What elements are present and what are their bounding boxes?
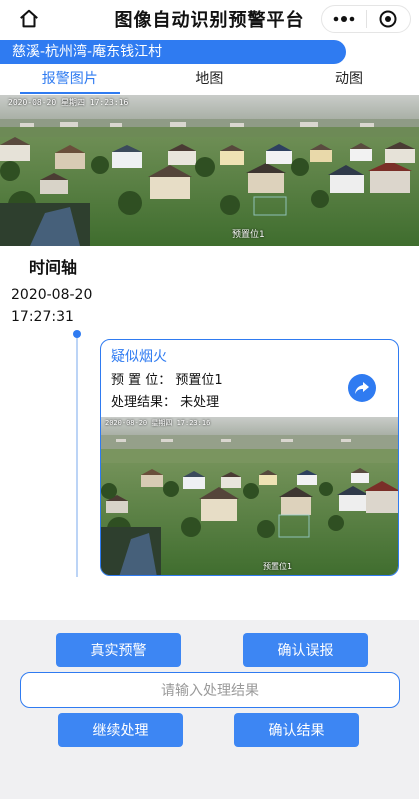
mini-program-capsule xyxy=(321,5,411,33)
card-image-preset-label: 预置位1 xyxy=(263,562,293,571)
location-bar[interactable]: 慈溪-杭州湾-庵东钱江村 xyxy=(0,40,346,64)
timeline-title: 时间轴 xyxy=(29,258,78,277)
tab-bar: 报警图片 地图 动图 xyxy=(0,66,419,94)
title-bar: 图像自动识别预警平台 xyxy=(0,0,419,38)
image-timestamp: 2020-08-20 星期四 17:23:16 xyxy=(8,98,129,107)
confirm-false-alarm-button[interactable]: 确认误报 xyxy=(243,633,368,667)
true-alarm-button[interactable]: 真实预警 xyxy=(56,633,181,667)
card-image-timestamp: 2020-08-20 星期四 17:23:16 xyxy=(105,419,211,427)
alarm-type: 疑似烟火 xyxy=(111,349,167,365)
tab-map[interactable]: 地图 xyxy=(140,66,280,94)
preset-row: 预 置 位： 预置位1 xyxy=(111,373,223,388)
tab-alarm-images[interactable]: 报警图片 xyxy=(0,66,140,94)
more-button[interactable] xyxy=(322,16,366,22)
timeline-time: 17:27:31 xyxy=(11,309,74,325)
village-photo-small xyxy=(101,417,398,575)
close-button[interactable] xyxy=(367,10,410,28)
alarm-card[interactable]: 疑似烟火 预 置 位： 预置位1 处理结果： 未处理 2020-08-20 星期… xyxy=(100,339,399,576)
home-icon[interactable] xyxy=(18,8,40,30)
timeline-date: 2020-08-20 xyxy=(11,287,93,303)
share-button[interactable] xyxy=(348,374,376,402)
alarm-image[interactable]: 2020-08-20 星期四 17:23:16 预置位1 xyxy=(0,95,419,246)
timeline-dot xyxy=(73,330,81,338)
page: 图像自动识别预警平台 慈溪-杭州湾-庵东钱江村 报警图片 地图 动图 2020-… xyxy=(0,0,419,799)
image-preset-label: 预置位1 xyxy=(232,230,265,240)
timeline-line xyxy=(76,333,78,577)
confirm-result-button[interactable]: 确认结果 xyxy=(234,713,359,747)
tab-animation[interactable]: 动图 xyxy=(279,66,419,94)
page-title: 图像自动识别预警平台 xyxy=(114,10,305,31)
result-input[interactable]: 请输入处理结果 xyxy=(20,672,400,708)
continue-processing-button[interactable]: 继续处理 xyxy=(58,713,183,747)
alarm-card-image[interactable]: 2020-08-20 星期四 17:23:16 预置位1 xyxy=(101,417,398,575)
result-row: 处理结果： 未处理 xyxy=(111,395,220,410)
village-photo xyxy=(0,95,419,246)
share-arrow-icon xyxy=(355,382,369,394)
target-close-icon xyxy=(379,10,397,28)
more-dots-icon xyxy=(333,16,355,22)
